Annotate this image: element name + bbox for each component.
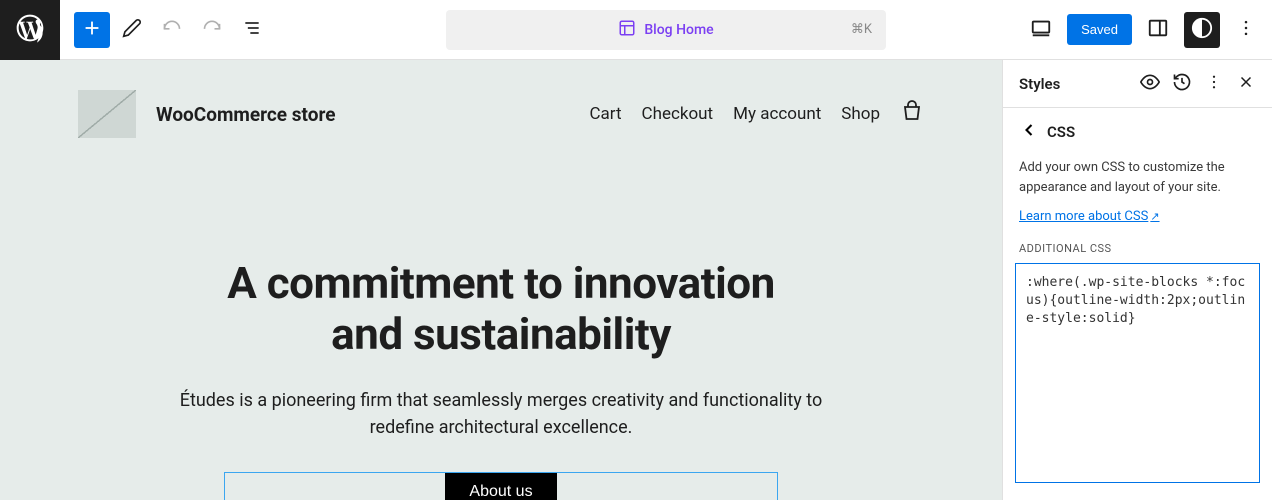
desktop-icon bbox=[1030, 17, 1052, 43]
contrast-icon bbox=[1191, 17, 1213, 43]
site-navigation: Cart Checkout My account Shop bbox=[589, 100, 924, 128]
sidebar-header-actions bbox=[1134, 68, 1262, 100]
nav-link-account[interactable]: My account bbox=[733, 104, 821, 124]
more-vertical-icon bbox=[1205, 73, 1223, 95]
hero-desc-line1: Études is a pioneering firm that seamles… bbox=[180, 390, 823, 411]
cta-button[interactable]: About us bbox=[445, 473, 556, 500]
plus-icon bbox=[81, 17, 103, 43]
revisions-button[interactable] bbox=[1166, 68, 1198, 100]
document-selector[interactable]: Blog Home ⌘K bbox=[446, 10, 886, 50]
cart-icon[interactable] bbox=[900, 100, 924, 128]
site-header: WooCommerce store Cart Checkout My accou… bbox=[0, 80, 1002, 148]
sidebar-header: Styles bbox=[1003, 60, 1272, 108]
options-button[interactable] bbox=[1228, 12, 1264, 48]
learn-more-text: Learn more about CSS bbox=[1019, 209, 1148, 224]
hero-title[interactable]: A commitment to innovation and sustainab… bbox=[0, 258, 1002, 359]
learn-more-link[interactable]: Learn more about CSS↗ bbox=[1003, 199, 1272, 242]
css-panel-nav: CSS bbox=[1003, 108, 1272, 156]
styles-sidebar: Styles bbox=[1002, 60, 1272, 500]
hero-title-line2: and sustainability bbox=[331, 308, 671, 360]
wordpress-logo-button[interactable] bbox=[0, 0, 60, 60]
undo-button[interactable] bbox=[154, 12, 190, 48]
toolbar-right-group: Saved bbox=[1023, 12, 1264, 48]
layout-icon bbox=[618, 19, 636, 41]
close-icon bbox=[1237, 73, 1255, 95]
external-link-icon: ↗ bbox=[1150, 210, 1159, 223]
tools-button[interactable] bbox=[114, 12, 150, 48]
wordpress-icon bbox=[14, 12, 46, 48]
nav-link-shop[interactable]: Shop bbox=[841, 104, 880, 124]
nav-link-checkout[interactable]: Checkout bbox=[642, 104, 714, 124]
view-button[interactable] bbox=[1023, 12, 1059, 48]
styles-sidebar-toggle[interactable] bbox=[1184, 12, 1220, 48]
history-icon bbox=[1172, 72, 1192, 96]
top-toolbar: Blog Home ⌘K Saved bbox=[0, 0, 1272, 60]
undo-icon bbox=[162, 18, 182, 42]
css-description: Add your own CSS to customize the appear… bbox=[1003, 156, 1272, 199]
eye-icon bbox=[1140, 72, 1160, 96]
pencil-icon bbox=[122, 18, 142, 42]
redo-button[interactable] bbox=[194, 12, 230, 48]
more-vertical-icon bbox=[1236, 18, 1256, 42]
main-area: WooCommerce store Cart Checkout My accou… bbox=[0, 60, 1272, 500]
site-title[interactable]: WooCommerce store bbox=[156, 103, 336, 126]
list-view-icon bbox=[242, 18, 262, 42]
additional-css-textarea[interactable]: :where(.wp-site-blocks *:focus){outline-… bbox=[1015, 263, 1260, 483]
nav-link-cart[interactable]: Cart bbox=[589, 104, 621, 124]
toolbar-left-group bbox=[60, 12, 270, 48]
styles-more-button[interactable] bbox=[1198, 68, 1230, 100]
hero-description[interactable]: Études is a pioneering firm that seamles… bbox=[0, 387, 1002, 441]
save-button[interactable]: Saved bbox=[1067, 14, 1132, 45]
hero-desc-line2: redefine architectural excellence. bbox=[370, 417, 633, 438]
redo-icon bbox=[202, 18, 222, 42]
css-panel-title: CSS bbox=[1047, 123, 1075, 141]
hero-title-line1: A commitment to innovation bbox=[227, 257, 775, 309]
add-block-button[interactable] bbox=[74, 12, 110, 48]
settings-sidebar-toggle[interactable] bbox=[1140, 12, 1176, 48]
hero-section: A commitment to innovation and sustainab… bbox=[0, 148, 1002, 500]
site-logo-placeholder[interactable] bbox=[78, 90, 136, 138]
cta-block-selected[interactable]: About us bbox=[225, 473, 777, 500]
document-overview-button[interactable] bbox=[234, 12, 270, 48]
keyboard-shortcut: ⌘K bbox=[851, 22, 872, 37]
close-sidebar-button[interactable] bbox=[1230, 68, 1262, 100]
back-button[interactable] bbox=[1019, 120, 1039, 144]
style-book-button[interactable] bbox=[1134, 68, 1166, 100]
chevron-left-icon bbox=[1019, 125, 1039, 144]
sidebar-title: Styles bbox=[1019, 75, 1060, 93]
site-header-left: WooCommerce store bbox=[78, 90, 336, 138]
document-name: Blog Home bbox=[644, 22, 713, 38]
additional-css-label: ADDITIONAL CSS bbox=[1003, 242, 1272, 255]
editor-canvas[interactable]: WooCommerce store Cart Checkout My accou… bbox=[0, 60, 1002, 500]
sidebar-icon bbox=[1147, 17, 1169, 43]
